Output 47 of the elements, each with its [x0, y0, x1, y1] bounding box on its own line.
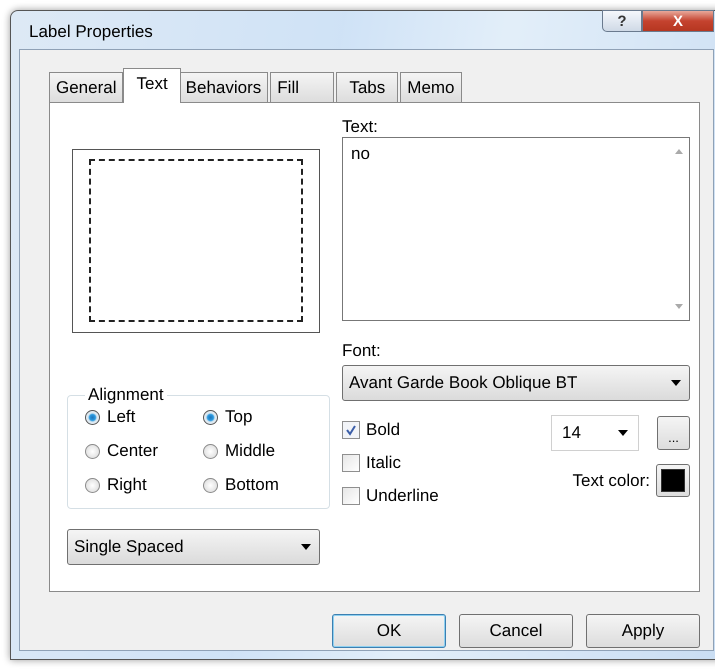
color-picker-button[interactable]	[656, 464, 690, 497]
dialog-button[interactable]: OK	[332, 614, 446, 648]
radio-option[interactable]: Left	[85, 405, 203, 429]
more-button[interactable]: ...	[657, 416, 690, 450]
close-button[interactable]: X	[642, 10, 714, 32]
font-label: Font:	[342, 341, 382, 361]
radio-icon[interactable]	[203, 478, 218, 492]
radio-option[interactable]: Right	[85, 473, 203, 497]
checkbox[interactable]	[342, 487, 360, 505]
radio-icon[interactable]	[85, 478, 100, 492]
radio-icon[interactable]	[203, 444, 218, 458]
checkbox-option[interactable]: Italic	[342, 452, 439, 474]
help-button[interactable]: ?	[602, 10, 642, 32]
tab[interactable]: Text	[123, 68, 181, 103]
radio-option[interactable]: Center	[85, 439, 203, 463]
scroll-down-icon[interactable]	[675, 304, 683, 309]
text-value: no	[351, 144, 370, 164]
scroll-up-icon[interactable]	[675, 149, 683, 154]
checkbox[interactable]	[342, 454, 360, 472]
tab[interactable]: Tabs	[336, 72, 398, 102]
radio-option[interactable]: Middle	[203, 439, 321, 463]
tab[interactable]: General	[49, 72, 124, 102]
dropdown-arrow-icon	[301, 544, 311, 550]
radio-option[interactable]: Bottom	[203, 473, 321, 497]
text-color-label: Text color:	[572, 470, 650, 490]
size-dropdown[interactable]: 14	[551, 415, 639, 451]
text-area[interactable]: no	[342, 137, 690, 321]
tab[interactable]: Behaviors	[178, 72, 268, 102]
text-label: Text:	[342, 117, 379, 137]
spacing-dropdown[interactable]: Single Spaced	[67, 529, 320, 565]
radio-icon[interactable]	[203, 410, 218, 424]
radio-icon[interactable]	[85, 410, 100, 424]
tab[interactable]: Fill	[270, 72, 334, 102]
checkbox-option[interactable]: Bold	[342, 419, 439, 441]
checkbox[interactable]	[342, 421, 360, 439]
checkbox-option[interactable]: Underline	[342, 485, 439, 507]
radio-option[interactable]: Top	[203, 405, 321, 429]
dialog-button[interactable]: Cancel	[459, 614, 573, 648]
group-title: Alignment	[87, 385, 165, 405]
dropdown-arrow-icon	[671, 380, 681, 386]
dropdown-arrow-icon	[618, 430, 628, 436]
checkmark-icon	[345, 424, 357, 436]
tab[interactable]: Memo	[400, 72, 462, 102]
radio-icon[interactable]	[85, 444, 100, 458]
window-title: Label Properties	[28, 21, 153, 42]
dialog-button[interactable]: Apply	[586, 614, 700, 648]
font-dropdown[interactable]: Avant Garde Book Oblique BT	[342, 365, 690, 401]
